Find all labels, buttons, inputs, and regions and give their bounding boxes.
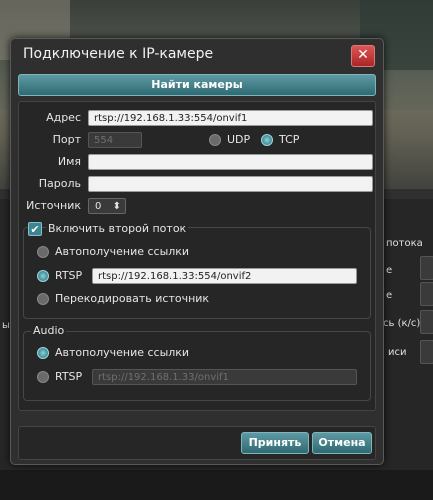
cancel-button[interactable]: Отмена bbox=[312, 432, 372, 454]
bg-label-2: е bbox=[386, 290, 393, 301]
source-spinner[interactable]: 0 ⬍ bbox=[88, 198, 126, 214]
password-input[interactable] bbox=[88, 176, 373, 192]
second-stream-checkbox[interactable]: ✔ bbox=[28, 222, 42, 236]
accept-button[interactable]: Принять bbox=[241, 432, 309, 454]
dialog-footer: Принять Отмена bbox=[18, 426, 376, 460]
bg-label-1: е bbox=[386, 265, 393, 276]
source-value: 0 bbox=[95, 201, 102, 212]
audio-rtsp-input[interactable]: rtsp://192.168.1.33/onvif1 bbox=[92, 369, 357, 385]
close-button[interactable]: ✕ bbox=[351, 45, 375, 67]
audio-auto-label: Автополучение ссылки bbox=[55, 346, 190, 359]
second-stream-auto-label: Автополучение ссылки bbox=[55, 245, 190, 258]
dialog-title: Подключение к IP-камере bbox=[23, 46, 214, 62]
port-input[interactable]: 554 bbox=[88, 132, 142, 148]
settings-panel: Адрес rtsp://192.168.1.33:554/onvif1 Пор… bbox=[18, 101, 376, 411]
second-stream-rtsp-label: RTSP bbox=[55, 269, 83, 282]
audio-group-title: Audio bbox=[31, 324, 67, 337]
address-label: Адрес bbox=[46, 111, 81, 124]
close-icon: ✕ bbox=[357, 47, 369, 63]
address-input[interactable]: rtsp://192.168.1.33:554/onvif1 bbox=[88, 110, 373, 126]
name-label: Имя bbox=[57, 155, 81, 168]
port-label: Порт bbox=[52, 133, 81, 146]
checkmark-icon: ✔ bbox=[30, 223, 40, 236]
bg-field-1[interactable] bbox=[420, 256, 433, 280]
second-stream-auto-radio[interactable] bbox=[37, 246, 49, 258]
audio-rtsp-radio[interactable] bbox=[37, 371, 49, 383]
tcp-radio[interactable] bbox=[261, 134, 273, 146]
find-cameras-button[interactable]: Найти камеры bbox=[18, 74, 376, 96]
transcode-label: Перекодировать источник bbox=[55, 292, 210, 305]
name-input[interactable] bbox=[88, 154, 373, 170]
second-stream-rtsp-input[interactable]: rtsp://192.168.1.33:554/onvif2 bbox=[92, 268, 357, 284]
spinner-arrows-icon: ⬍ bbox=[112, 201, 121, 212]
bg-field-4[interactable] bbox=[420, 340, 433, 364]
transcode-radio[interactable] bbox=[37, 293, 49, 305]
audio-auto-radio[interactable] bbox=[37, 347, 49, 359]
udp-label: UDP bbox=[227, 133, 251, 146]
bg-label-4: иси bbox=[388, 347, 407, 358]
source-label: Источник bbox=[26, 199, 81, 212]
tcp-label: TCP bbox=[279, 133, 300, 146]
bg-field-2[interactable] bbox=[420, 282, 433, 306]
password-label: Пароль bbox=[38, 177, 81, 190]
udp-radio[interactable] bbox=[209, 134, 221, 146]
bg-field-3[interactable] bbox=[420, 310, 433, 334]
bg-label-stream: потока bbox=[386, 238, 423, 249]
second-stream-rtsp-radio[interactable] bbox=[37, 270, 49, 282]
bg-label-rate: сь (к/с) bbox=[383, 318, 421, 329]
second-stream-label: Включить второй поток bbox=[46, 222, 189, 235]
audio-group bbox=[23, 331, 371, 401]
ip-camera-dialog: Подключение к IP-камере ✕ Найти камеры А… bbox=[10, 38, 384, 465]
background-bottom-bar bbox=[0, 470, 433, 500]
audio-rtsp-label: RTSP bbox=[55, 370, 83, 383]
